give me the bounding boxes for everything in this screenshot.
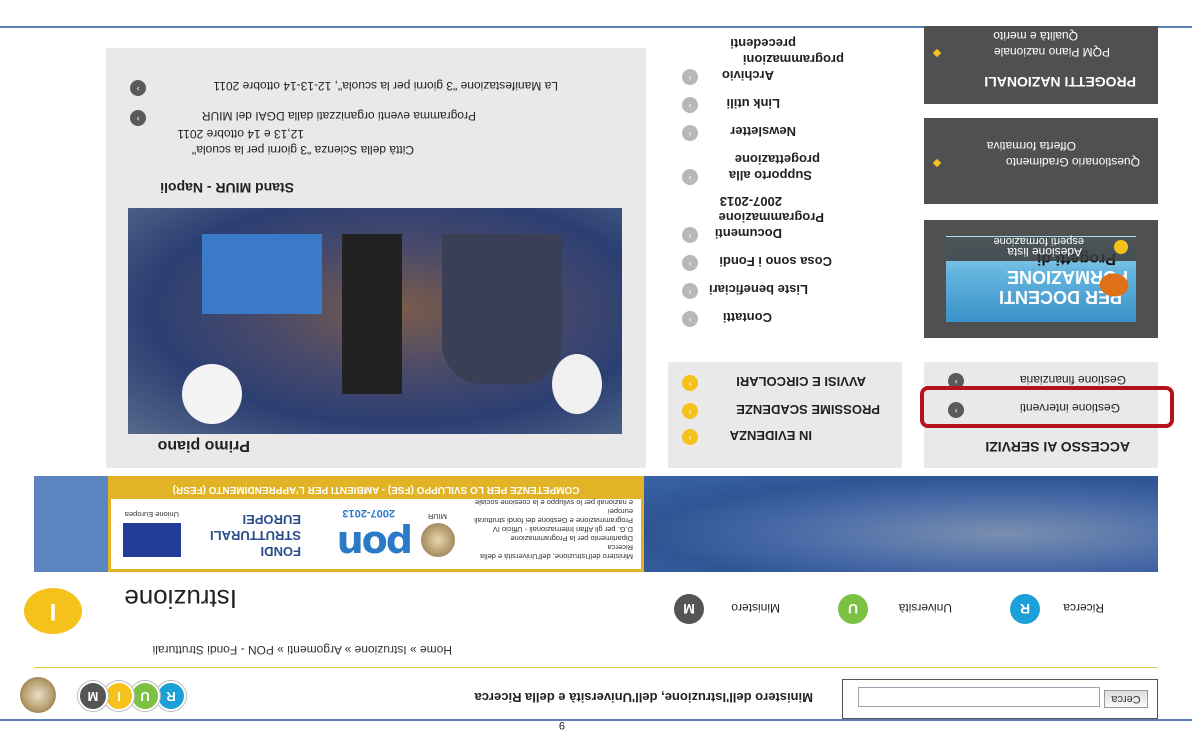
istruzione-icon: I [24, 588, 82, 634]
arrow-icon: › [682, 97, 698, 113]
badge-m: M [78, 681, 108, 711]
qualita-merito-link[interactable]: Qualità e merito [993, 29, 1078, 43]
nav-ministero-icon[interactable]: M [674, 594, 704, 624]
page-number: 9 [558, 719, 565, 731]
liste-beneficiari-link[interactable]: Liste beneficiari [709, 282, 808, 297]
europei-label: EUROPEI [242, 512, 301, 527]
eu-flag-icon [123, 523, 181, 557]
primo-piano-title: Primo piano [157, 437, 250, 454]
nav-ricerca-link[interactable]: Ricerca [1063, 601, 1104, 615]
yellow-divider [34, 667, 1158, 668]
archivio-link[interactable]: Archivio [722, 68, 774, 83]
republic-emblem-icon [20, 677, 56, 713]
pon-years: 2007-2013 [342, 507, 395, 519]
stand-line-2: 12,13 e 14 ottobre 2011 [177, 127, 304, 141]
arrow-icon: › [682, 255, 698, 271]
arrow-icon: › [682, 375, 698, 391]
arrow-icon: › [682, 311, 698, 327]
arrow-icon: › [130, 80, 146, 96]
accesso-servizi-title: ACCESSO AI SERVIZI [985, 439, 1130, 455]
ministry-title: Ministero dell'Istruzione, dell'Universi… [474, 690, 813, 705]
banner-photo [644, 476, 1158, 572]
miur-label: MIUR [427, 512, 447, 521]
documenti-link[interactable]: Documenti [715, 226, 782, 241]
programmazione-link[interactable]: Programmazione [719, 210, 824, 225]
arrow-icon: › [682, 125, 698, 141]
arrow-icon [1114, 240, 1128, 254]
search-input[interactable] [858, 687, 1100, 707]
banner-ministry-text: Ministero dell'Istruzione, dell'Universi… [474, 498, 633, 561]
contatti-link[interactable]: Contatti [723, 310, 772, 325]
nav-universita-link[interactable]: Università [899, 601, 952, 615]
banner-right-block [34, 476, 108, 572]
avvisi-circolari-link[interactable]: AVVISI E CIRCOLARI [736, 374, 866, 389]
badge-i: I [104, 681, 134, 711]
stand-photo[interactable] [128, 208, 622, 434]
strutturali-label: STRUTTURALI [210, 528, 301, 543]
arrow-icon: › [682, 227, 698, 243]
programma-eventi-link[interactable]: Programma eventi organizzati dalla DGAI … [202, 109, 476, 123]
cosa-sono-fondi-link[interactable]: Cosa sono i Fondi [719, 254, 832, 269]
page-rotated: Cerca Ministero dell'Istruzione, dell'Un… [0, 0, 1192, 731]
nav-universita-icon[interactable]: U [838, 594, 868, 624]
archivio-line2[interactable]: programmazioni [743, 52, 844, 67]
gestione-finanziaria-link[interactable]: Gestione finanziaria [1020, 373, 1126, 387]
stand-line-1: Città della Scienza "3 giorni per la scu… [192, 143, 414, 157]
newsletter-link[interactable]: Newsletter [730, 124, 796, 139]
search-button[interactable]: Cerca [1104, 690, 1148, 708]
banner-strip: COMPETENZE PER LO SVILUPPO (FSE) - AMBIE… [111, 479, 641, 499]
pon-logo: pon [338, 523, 413, 567]
miur-emblem-icon [421, 523, 455, 557]
adesione-line2[interactable]: esperti formazione [994, 235, 1085, 247]
adesione-line1[interactable]: Adesione lista [1007, 245, 1082, 259]
archivio-line3[interactable]: precedenti [730, 36, 796, 51]
badge-r: R [156, 681, 186, 711]
pon-banner[interactable]: COMPETENZE PER LO SVILUPPO (FSE) - AMBIE… [34, 476, 1158, 572]
in-evidenza-link[interactable]: IN EVIDENZA [730, 428, 812, 443]
supporto-progettazione-link[interactable]: Supporto alla [729, 168, 812, 183]
prossime-scadenze-link[interactable]: PROSSIME SCADENZE [736, 402, 880, 417]
nav-ricerca-icon[interactable]: R [1010, 594, 1040, 624]
link-utili-link[interactable]: Link utili [727, 96, 780, 111]
page-title: Istruzione [124, 584, 237, 614]
supporto-progettazione-line2[interactable]: progettazione [735, 152, 820, 167]
arrow-icon: › [682, 69, 698, 85]
arrow-icon: › [682, 283, 698, 299]
manifestazione-link[interactable]: La Manifestazione "3 giorni per la scuol… [213, 79, 558, 93]
eu-label: Unione Europea [124, 510, 179, 519]
fondi-label: FONDI [260, 544, 301, 559]
progetti-nazionali-title: PROGETTI NAZIONALI [984, 74, 1136, 90]
header-divider [0, 719, 1192, 721]
offerta-formativa-link[interactable]: Offerta formativa [987, 139, 1076, 153]
banner-card: COMPETENZE PER LO SVILUPPO (FSE) - AMBIE… [108, 476, 644, 572]
badge-u: U [130, 681, 160, 711]
arrow-icon: › [130, 110, 146, 126]
pqm-link[interactable]: PQM Piano nazionale [994, 45, 1110, 59]
arrow-icon: › [682, 429, 698, 445]
nav-ministero-link[interactable]: Ministero [731, 601, 780, 615]
arrow-icon: › [682, 403, 698, 419]
programmazione-years[interactable]: 2007-2013 [720, 194, 782, 209]
breadcrumb[interactable]: Home » Istruzione » Argomenti » PON - Fo… [153, 643, 452, 657]
highlight-annotation [920, 386, 1174, 428]
questionario-link[interactable]: Questionario Gradimento [1006, 155, 1140, 169]
stand-title: Stand MIUR - Napoli [160, 180, 294, 196]
arrow-icon: › [682, 169, 698, 185]
